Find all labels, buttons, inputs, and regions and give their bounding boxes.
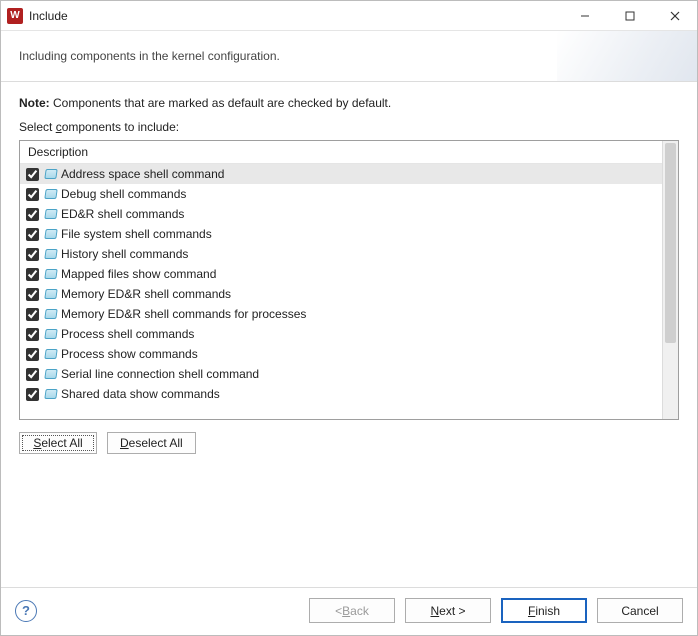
component-icon — [44, 249, 57, 259]
component-checkbox[interactable] — [26, 348, 39, 361]
component-icon — [44, 329, 57, 339]
next-button[interactable]: Next > — [405, 598, 491, 623]
header-area: Including components in the kernel confi… — [1, 31, 697, 82]
component-label: Process show commands — [61, 347, 198, 361]
components-list-inner: Description Address space shell command D… — [20, 141, 662, 419]
list-item[interactable]: Address space shell command — [20, 164, 662, 184]
cancel-button[interactable]: Cancel — [597, 598, 683, 623]
body-area: Note: Components that are marked as defa… — [1, 82, 697, 587]
list-item[interactable]: Process show commands — [20, 344, 662, 364]
component-checkbox[interactable] — [26, 248, 39, 261]
component-label: Memory ED&R shell commands for processes — [61, 307, 306, 321]
component-checkbox[interactable] — [26, 208, 39, 221]
deselect-all-button[interactable]: Deselect All — [107, 432, 196, 454]
component-label: Address space shell command — [61, 167, 224, 181]
note-line: Note: Components that are marked as defa… — [19, 96, 679, 110]
list-item[interactable]: Memory ED&R shell commands — [20, 284, 662, 304]
window-controls — [562, 1, 697, 30]
list-item[interactable]: Process shell commands — [20, 324, 662, 344]
component-label: Memory ED&R shell commands — [61, 287, 231, 301]
component-checkbox[interactable] — [26, 188, 39, 201]
component-label: Debug shell commands — [61, 187, 186, 201]
dialog-window: W Include Including components in the ke… — [0, 0, 698, 636]
component-icon — [44, 289, 57, 299]
component-icon — [44, 229, 57, 239]
components-list-body: Address space shell command Debug shell c… — [20, 164, 662, 404]
component-label: ED&R shell commands — [61, 207, 184, 221]
component-icon — [44, 269, 57, 279]
select-all-button[interactable]: Select All — [19, 432, 97, 454]
component-checkbox[interactable] — [26, 308, 39, 321]
component-checkbox[interactable] — [26, 168, 39, 181]
list-item[interactable]: Mapped files show command — [20, 264, 662, 284]
component-label: Serial line connection shell command — [61, 367, 259, 381]
component-label: Shared data show commands — [61, 387, 220, 401]
component-checkbox[interactable] — [26, 368, 39, 381]
window-title: Include — [29, 9, 562, 23]
list-item[interactable]: File system shell commands — [20, 224, 662, 244]
component-label: File system shell commands — [61, 227, 212, 241]
component-checkbox[interactable] — [26, 328, 39, 341]
minimize-button[interactable] — [562, 1, 607, 30]
components-list[interactable]: Description Address space shell command D… — [19, 140, 679, 420]
note-text: Components that are marked as default ar… — [53, 96, 391, 110]
component-label: Mapped files show command — [61, 267, 216, 281]
header-subtitle: Including components in the kernel confi… — [19, 49, 679, 63]
footer: ? < Back Next > Finish Cancel — [1, 587, 697, 635]
list-item[interactable]: ED&R shell commands — [20, 204, 662, 224]
vertical-scrollbar[interactable] — [662, 141, 678, 419]
component-checkbox[interactable] — [26, 288, 39, 301]
titlebar: W Include — [1, 1, 697, 31]
component-label: Process shell commands — [61, 327, 194, 341]
list-item[interactable]: Shared data show commands — [20, 384, 662, 404]
column-header-description[interactable]: Description — [20, 141, 662, 164]
note-label: Note: — [19, 96, 50, 110]
app-icon: W — [7, 8, 23, 24]
component-icon — [44, 309, 57, 319]
component-icon — [44, 189, 57, 199]
component-checkbox[interactable] — [26, 268, 39, 281]
selection-buttons: Select All Deselect All — [19, 432, 679, 454]
list-item[interactable]: Debug shell commands — [20, 184, 662, 204]
component-icon — [44, 209, 57, 219]
component-icon — [44, 349, 57, 359]
maximize-button[interactable] — [607, 1, 652, 30]
list-item[interactable]: Memory ED&R shell commands for processes — [20, 304, 662, 324]
component-checkbox[interactable] — [26, 388, 39, 401]
component-checkbox[interactable] — [26, 228, 39, 241]
component-label: History shell commands — [61, 247, 188, 261]
component-icon — [44, 389, 57, 399]
list-item[interactable]: Serial line connection shell command — [20, 364, 662, 384]
select-components-label: Select components to include: — [19, 120, 679, 134]
component-icon — [44, 369, 57, 379]
list-item[interactable]: History shell commands — [20, 244, 662, 264]
back-button[interactable]: < Back — [309, 598, 395, 623]
component-icon — [44, 169, 57, 179]
finish-button[interactable]: Finish — [501, 598, 587, 623]
close-button[interactable] — [652, 1, 697, 30]
scrollbar-thumb[interactable] — [665, 143, 676, 343]
help-icon[interactable]: ? — [15, 600, 37, 622]
